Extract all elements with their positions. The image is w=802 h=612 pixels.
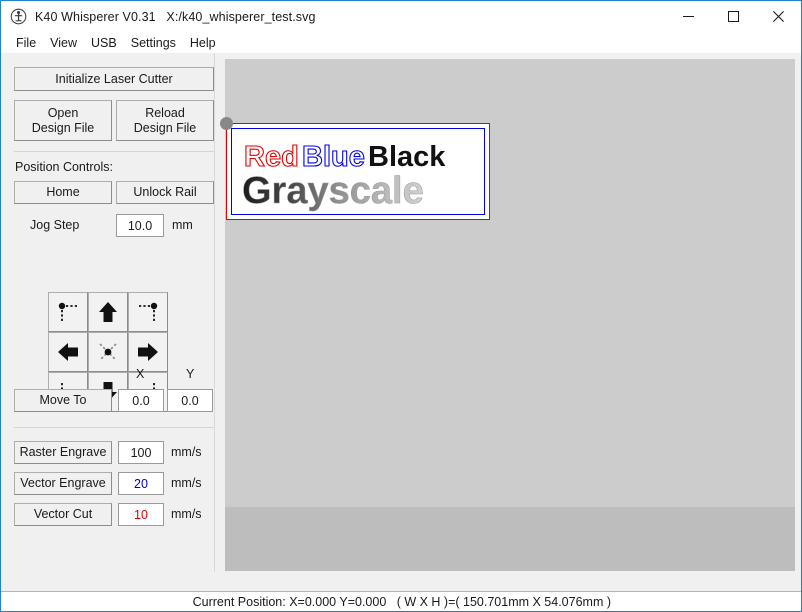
vector-cut-speed-input[interactable]: [118, 503, 164, 526]
close-button[interactable]: [756, 1, 801, 32]
move-to-button[interactable]: Move To: [14, 389, 112, 412]
raster-engrave-units-label: mm/s: [171, 445, 202, 459]
menu-help[interactable]: Help: [183, 34, 223, 52]
design-origin-handle[interactable]: [220, 117, 233, 130]
design-word-grayscale: Grayscale: [242, 170, 424, 212]
design-object[interactable]: Red Blue Black Grayscale: [226, 123, 490, 220]
vector-engrave-speed-input[interactable]: [118, 472, 164, 495]
jog-center-button[interactable]: [88, 332, 128, 372]
close-icon: [773, 11, 784, 22]
position-controls-label: Position Controls:: [15, 160, 113, 174]
jog-upper-right-icon: [135, 299, 161, 325]
jog-left-arrow-icon: [55, 339, 81, 365]
vector-engrave-units-label: mm/s: [171, 476, 202, 490]
move-to-x-input[interactable]: [118, 389, 164, 412]
design-word-red: Red: [244, 141, 299, 173]
menu-settings[interactable]: Settings: [124, 34, 183, 52]
status-bar: Current Position: X=0.000 Y=0.000 ( W X …: [1, 591, 801, 611]
design-artwork: Red Blue Black Grayscale: [226, 123, 490, 220]
jog-step-input[interactable]: [116, 214, 164, 237]
jog-upper-left-button[interactable]: [48, 292, 88, 332]
reload-design-file-button[interactable]: Reload Design File: [116, 100, 214, 141]
title-bar: K40 Whisperer V0.31 X:/k40_whisperer_tes…: [1, 1, 801, 32]
move-to-y-input[interactable]: [167, 389, 213, 412]
jog-left-button[interactable]: [48, 332, 88, 372]
jog-right-button[interactable]: [128, 332, 168, 372]
window-title: K40 Whisperer V0.31 X:/k40_whisperer_tes…: [35, 10, 316, 24]
axis-x-header: X: [136, 367, 144, 381]
menu-file[interactable]: File: [9, 34, 43, 52]
panel-separator-1: [14, 151, 214, 152]
jog-upper-right-button[interactable]: [128, 292, 168, 332]
menu-usb[interactable]: USB: [84, 34, 124, 52]
design-word-blue: Blue: [302, 141, 365, 173]
vector-engrave-button[interactable]: Vector Engrave: [14, 472, 112, 495]
menu-bar: File View USB Settings Help: [1, 32, 801, 53]
home-button[interactable]: Home: [14, 181, 112, 204]
panel-separator-2: [14, 427, 214, 428]
design-preview-canvas[interactable]: Red Blue Black Grayscale: [215, 53, 801, 572]
unlock-rail-button[interactable]: Unlock Rail: [116, 181, 214, 204]
vector-cut-button[interactable]: Vector Cut: [14, 503, 112, 526]
jog-center-icon: [95, 339, 121, 365]
jog-step-units-label: mm: [172, 218, 193, 232]
jog-up-arrow-icon: [95, 299, 121, 325]
minimize-icon: [683, 11, 694, 22]
minimize-button[interactable]: [666, 1, 711, 32]
maximize-button[interactable]: [711, 1, 756, 32]
open-design-file-button[interactable]: Open Design File: [14, 100, 112, 141]
main-content: Initialize Laser Cutter Open Design File…: [1, 53, 801, 591]
maximize-icon: [728, 11, 739, 22]
axis-y-header: Y: [186, 367, 194, 381]
control-panel: Initialize Laser Cutter Open Design File…: [1, 53, 214, 591]
jog-step-label: Jog Step: [30, 218, 79, 232]
k40-whisperer-window: K40 Whisperer V0.31 X:/k40_whisperer_tes…: [0, 0, 802, 612]
window-controls: [666, 1, 801, 32]
current-position-status: Current Position: X=0.000 Y=0.000 ( W X …: [193, 595, 611, 609]
initialize-laser-cutter-button[interactable]: Initialize Laser Cutter: [14, 67, 214, 91]
jog-right-arrow-icon: [135, 339, 161, 365]
raster-engrave-speed-input[interactable]: [118, 441, 164, 464]
raster-engrave-button[interactable]: Raster Engrave: [14, 441, 112, 464]
vector-cut-units-label: mm/s: [171, 507, 202, 521]
design-word-black: Black: [368, 141, 446, 173]
menu-view[interactable]: View: [43, 34, 84, 52]
jog-up-button[interactable]: [88, 292, 128, 332]
k40-whisperer-app-icon: [10, 8, 27, 25]
jog-upper-left-icon: [55, 299, 81, 325]
